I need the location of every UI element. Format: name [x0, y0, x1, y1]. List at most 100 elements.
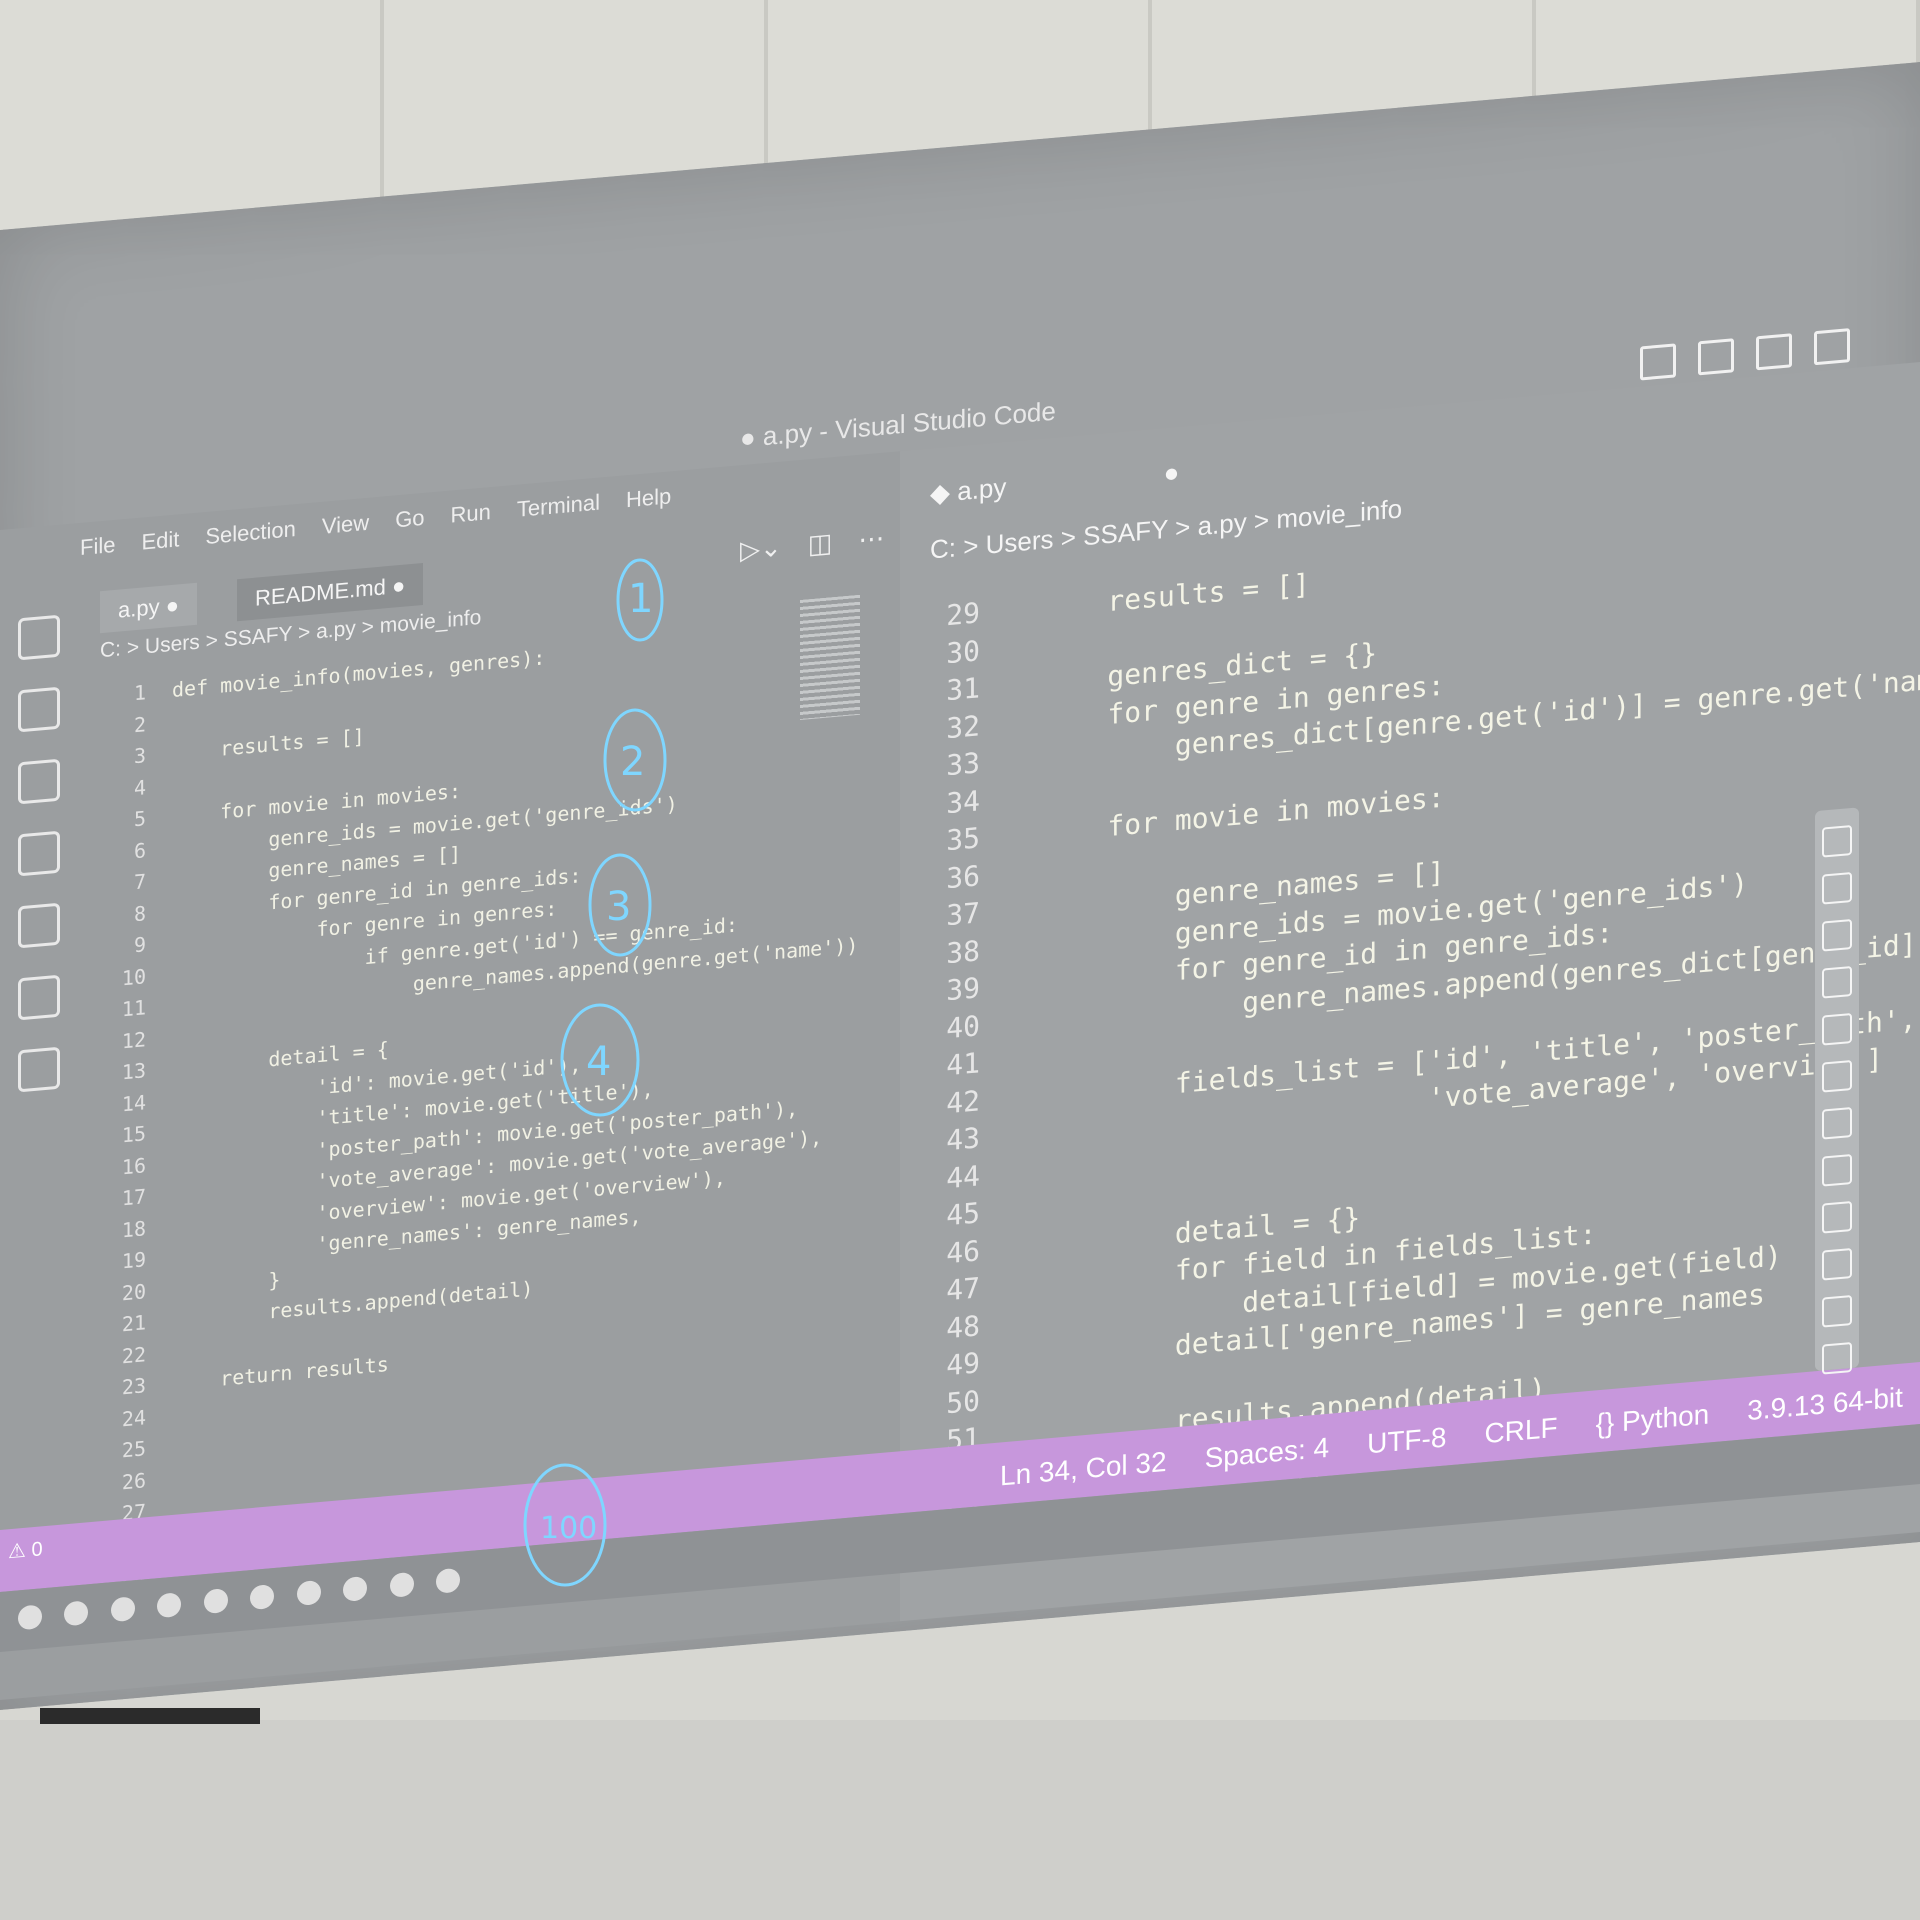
wall: [0, 1720, 1920, 1920]
line-number: 44: [946, 1158, 980, 1195]
line-number: 29: [946, 596, 980, 633]
tab-a-py[interactable]: a.py ●: [100, 582, 198, 634]
chrome-icon[interactable]: [250, 1584, 275, 1611]
trash-icon[interactable]: [1822, 1153, 1852, 1187]
menu-item-go[interactable]: Go: [395, 505, 424, 534]
line-number: 41: [946, 1046, 980, 1083]
line-number: 5: [133, 806, 146, 832]
line-number: 14: [121, 1089, 146, 1116]
menu-item-edit[interactable]: Edit: [141, 526, 179, 555]
menu-item-file[interactable]: File: [80, 532, 115, 561]
extensions-icon[interactable]: [18, 902, 60, 949]
line-number: 19: [121, 1247, 146, 1274]
split-editor-icon[interactable]: ◫: [808, 527, 833, 560]
toggle-primary-sidebar-icon[interactable]: [1640, 343, 1676, 381]
line-number: 46: [946, 1233, 980, 1270]
tab-a-py-right[interactable]: ◆ a.py ●: [930, 457, 1179, 510]
remote-icon[interactable]: [18, 1046, 60, 1093]
line-number: 3: [133, 743, 146, 769]
line-number: 16: [121, 1152, 146, 1179]
line-number: 20: [121, 1278, 146, 1305]
notepad-icon[interactable]: [110, 1596, 135, 1623]
eraser-icon[interactable]: [1822, 1012, 1852, 1046]
undo-icon[interactable]: [1822, 1106, 1852, 1140]
line-icon[interactable]: [1822, 965, 1852, 999]
line-number: 39: [946, 971, 980, 1008]
status-item[interactable]: UTF-8: [1367, 1421, 1446, 1460]
line-number: 42: [946, 1083, 980, 1120]
tab-label: README.md: [255, 574, 386, 611]
customize-layout-icon[interactable]: [1814, 328, 1850, 366]
more-icon[interactable]: ⋯: [858, 523, 884, 556]
line-number: 25: [121, 1436, 146, 1463]
highlighter-icon[interactable]: [1822, 918, 1852, 952]
screen-annotation-toolbar: [1815, 807, 1859, 1375]
run-debug-icon[interactable]: [18, 830, 60, 877]
vscode-window: ● a.py - Visual Studio Code File Edit Sele…: [0, 62, 1920, 1710]
line-number: 7: [133, 869, 146, 895]
acrobat-icon[interactable]: [436, 1567, 461, 1594]
line-number: 24: [121, 1404, 146, 1431]
color-palette-icon[interactable]: [1822, 1341, 1852, 1375]
dot-icon[interactable]: [1822, 1059, 1852, 1093]
menu-item-view[interactable]: View: [322, 510, 369, 540]
line-number: 50: [946, 1383, 980, 1420]
modified-dot[interactable]: ●: [392, 573, 405, 599]
line-number: 15: [121, 1121, 146, 1148]
line-number: 40: [946, 1008, 980, 1045]
line-number: 32: [946, 708, 980, 745]
toggle-secondary-sidebar-icon[interactable]: [1756, 333, 1792, 371]
pointer-icon[interactable]: [1822, 871, 1852, 905]
line-number: 11: [121, 995, 146, 1022]
menu-item-run[interactable]: Run: [451, 499, 491, 529]
maps-icon[interactable]: [343, 1575, 368, 1602]
line-number: 33: [946, 746, 980, 783]
line-number: 1: [133, 680, 146, 706]
search-icon[interactable]: [18, 686, 60, 733]
line-number: 12: [121, 1026, 146, 1053]
clock-app-icon[interactable]: [296, 1579, 321, 1607]
status-item[interactable]: Ln 34, Col 32: [1000, 1446, 1167, 1493]
line-number: 6: [133, 837, 146, 863]
line-number: 23: [121, 1373, 146, 1400]
chrome-icon[interactable]: [157, 1592, 182, 1619]
line-number: 43: [946, 1121, 980, 1158]
source-control-icon[interactable]: [18, 758, 60, 805]
modified-dot[interactable]: ●: [1164, 457, 1180, 488]
status-item[interactable]: 3.9.13 64-bit: [1747, 1382, 1903, 1428]
status-item[interactable]: CRLF: [1484, 1412, 1557, 1450]
status-item[interactable]: {} Python: [1596, 1398, 1710, 1440]
line-number: 48: [946, 1308, 980, 1345]
breadcrumb-right[interactable]: C: > Users > SSAFY > a.py > movie_info: [930, 493, 1402, 565]
toggle-panel-icon[interactable]: [1698, 338, 1734, 376]
camera-icon[interactable]: [1822, 1247, 1852, 1281]
menu-item-terminal[interactable]: Terminal: [517, 490, 600, 523]
left-code-area[interactable]: 1 def movie_info(movies, genres): 2 3 resul…: [100, 615, 858, 1595]
problems-indicator[interactable]: ⚠ 0: [8, 1536, 43, 1564]
whiteboard-icon[interactable]: [1822, 1200, 1852, 1234]
menu-item-selection[interactable]: Selection: [205, 516, 296, 550]
line-number: 35: [946, 821, 980, 858]
testing-icon[interactable]: [18, 974, 60, 1021]
file-explorer-icon[interactable]: [64, 1600, 89, 1627]
line-number: 38: [946, 933, 980, 970]
clipboard-icon[interactable]: [1822, 1294, 1852, 1328]
line-number: 2: [133, 711, 146, 737]
edge-icon[interactable]: [18, 1604, 42, 1631]
modified-dot[interactable]: ●: [166, 592, 179, 618]
line-number: 31: [946, 671, 980, 708]
line-number: 26: [121, 1467, 146, 1494]
tab-label: a.py: [118, 594, 160, 623]
explorer-icon[interactable]: [18, 614, 60, 661]
line-number: 22: [121, 1341, 146, 1368]
status-item[interactable]: Spaces: 4: [1205, 1432, 1330, 1475]
run-icon[interactable]: ▷⌄: [740, 532, 782, 567]
vscode-icon[interactable]: [389, 1571, 414, 1598]
line-number: 49: [946, 1346, 980, 1383]
line-number: 34: [946, 783, 980, 820]
line-number: 37: [946, 896, 980, 933]
eye-icon[interactable]: [1822, 824, 1852, 858]
chrome-icon[interactable]: [203, 1588, 228, 1615]
menu-item-help[interactable]: Help: [626, 483, 671, 513]
line-number: 17: [121, 1184, 146, 1211]
